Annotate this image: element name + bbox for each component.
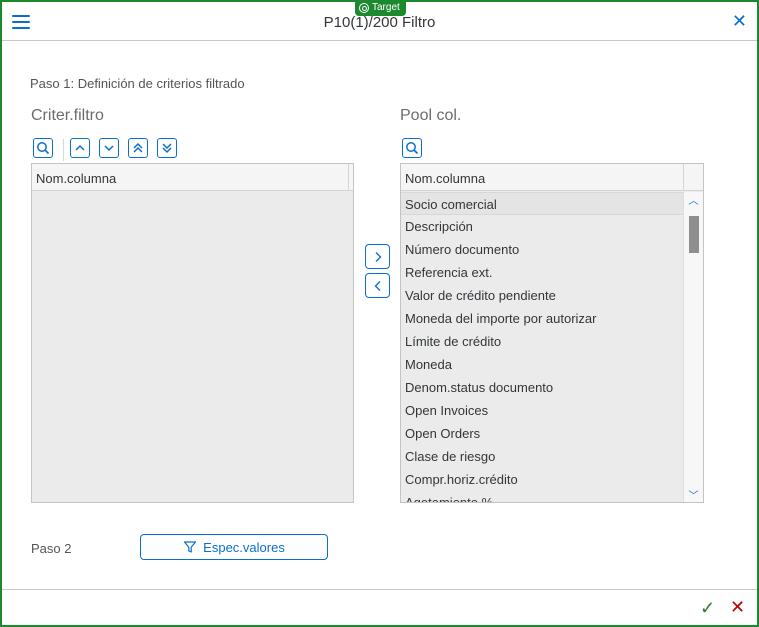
target-icon <box>359 3 369 13</box>
toolbar-separator <box>63 139 64 161</box>
remove-column-button[interactable] <box>365 273 390 298</box>
filter-icon <box>184 541 197 553</box>
dialog-title: P10(1)/200 Filtro <box>323 14 436 31</box>
scroll-up-icon[interactable]: ︿ <box>684 192 703 207</box>
column-pool-title: Pool col. <box>400 107 462 124</box>
step1-label: Paso 1: Definición de criterios filtrado <box>30 76 245 91</box>
filter-criteria-title: Criter.filtro <box>31 107 104 124</box>
column-header[interactable]: Nom.columna <box>36 171 116 186</box>
list-item[interactable]: Moneda <box>401 353 683 376</box>
column-resize-handle[interactable] <box>683 164 684 190</box>
dialog-footer: ✓ ✕ <box>2 589 757 626</box>
confirm-check-icon[interactable]: ✓ <box>700 598 715 619</box>
column-resize-handle[interactable] <box>348 164 349 190</box>
move-up-button[interactable] <box>70 138 90 158</box>
specify-values-button[interactable]: Espec.valores <box>140 534 328 560</box>
list-item[interactable]: Agotamiento % <box>401 491 683 502</box>
list-item[interactable]: Compr.horiz.crédito <box>401 468 683 491</box>
add-column-button[interactable] <box>365 244 390 269</box>
list-item[interactable]: Denom.status documento <box>401 376 683 399</box>
list-item[interactable]: Moneda del importe por autorizar <box>401 307 683 330</box>
dialog-window: P10(1)/200 Filtro ✕ Paso 1: Definición d… <box>0 0 759 627</box>
list-item[interactable]: Clase de riesgo <box>401 445 683 468</box>
cancel-x-icon[interactable]: ✕ <box>730 597 745 618</box>
list-item[interactable]: Open Invoices <box>401 399 683 422</box>
scroll-down-icon[interactable]: ﹀ <box>684 487 703 502</box>
table-header: Nom.columna <box>32 164 353 191</box>
column-header[interactable]: Nom.columna <box>405 171 485 186</box>
filter-criteria-table: Nom.columna <box>31 163 354 503</box>
list-item[interactable]: Límite de crédito <box>401 330 683 353</box>
table-header: Nom.columna <box>401 164 703 191</box>
list-item[interactable]: Referencia ext. <box>401 261 683 284</box>
close-icon[interactable]: ✕ <box>732 11 747 32</box>
specify-values-label: Espec.valores <box>203 539 285 555</box>
double-chevron-down-icon <box>162 143 172 154</box>
list-item[interactable]: Descripción <box>401 215 683 238</box>
move-top-button[interactable] <box>128 138 148 158</box>
chevron-left-icon <box>374 280 380 291</box>
list-item[interactable]: Open Orders <box>401 422 683 445</box>
chevron-right-icon <box>375 251 381 262</box>
target-badge: Target <box>355 0 406 16</box>
move-bottom-button[interactable] <box>157 138 177 158</box>
left-search-button[interactable] <box>33 138 53 158</box>
list-item[interactable]: Valor de crédito pendiente <box>401 284 683 307</box>
list-item[interactable]: Número documento <box>401 238 683 261</box>
scrollbar-thumb[interactable] <box>689 216 699 253</box>
column-pool-rows: Socio comercial Descripción Número docum… <box>401 192 683 502</box>
step2-label: Paso 2 <box>31 541 72 556</box>
search-icon <box>406 142 419 155</box>
move-down-button[interactable] <box>99 138 119 158</box>
column-pool-table: Nom.columna Socio comercial Descripción … <box>400 163 704 503</box>
right-search-button[interactable] <box>402 138 422 158</box>
search-icon <box>37 142 50 155</box>
double-chevron-up-icon <box>133 142 143 153</box>
chevron-up-icon <box>75 144 85 151</box>
list-item[interactable]: Socio comercial <box>401 192 683 215</box>
target-badge-label: Target <box>372 2 400 13</box>
vertical-scrollbar[interactable]: ︿ ﹀ <box>683 192 703 502</box>
chevron-down-icon <box>104 145 114 152</box>
